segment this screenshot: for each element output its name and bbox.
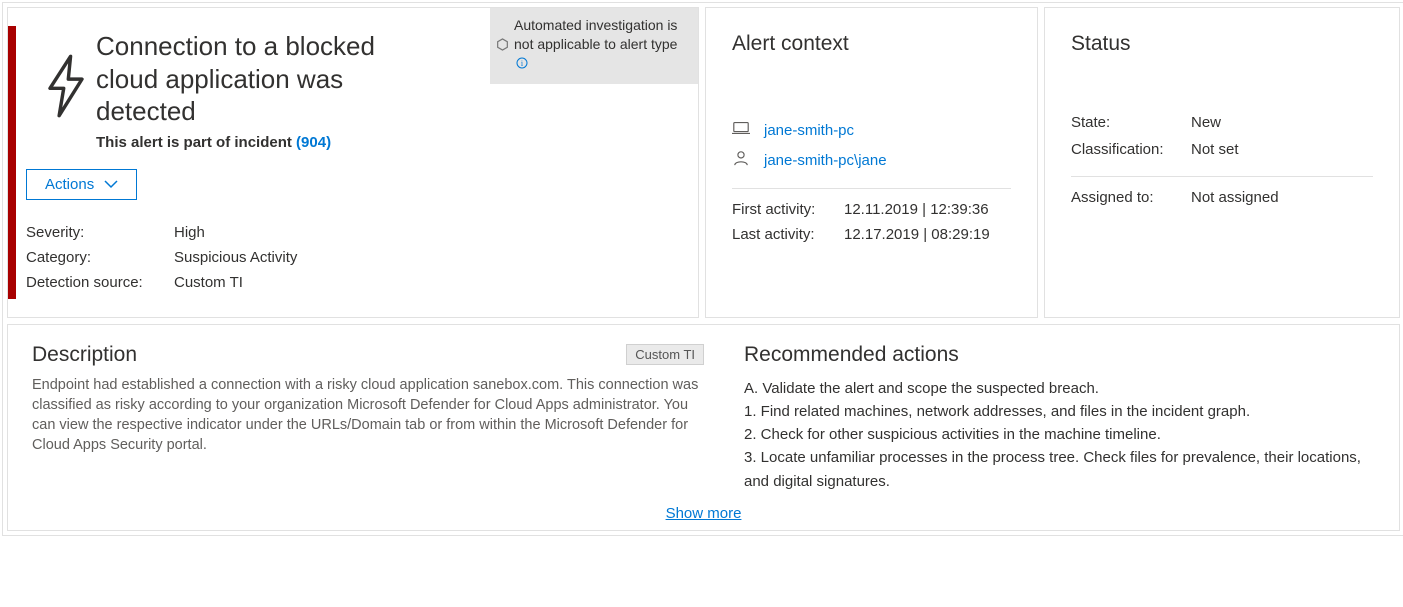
device-link[interactable]: jane-smith-pc — [764, 122, 854, 139]
state-row: State: New — [1071, 114, 1373, 131]
incident-link[interactable]: (904) — [296, 134, 331, 151]
detection-row: Detection source: Custom TI — [26, 274, 698, 291]
severity-label: Severity: — [26, 224, 174, 241]
first-activity-label: First activity: — [732, 201, 844, 218]
assigned-row: Assigned to: Not assigned — [1071, 189, 1373, 206]
description-row: Description Custom TI Endpoint had estab… — [32, 343, 1375, 493]
severity-bar — [8, 26, 16, 299]
auto-investigation-text: Automated investigation is not applicabl… — [514, 16, 684, 74]
recommended-line-3: 3. Locate unfamiliar processes in the pr… — [744, 446, 1375, 493]
description-body: Endpoint had established a connection wi… — [32, 375, 704, 455]
device-row: jane-smith-pc — [732, 120, 1011, 140]
recommended-column: Recommended actions A. Validate the aler… — [744, 343, 1375, 493]
recommended-line-2: 2. Check for other suspicious activities… — [744, 423, 1375, 446]
severity-row: Severity: High — [26, 224, 698, 241]
last-activity-row: Last activity: 12.17.2019 | 08:29:19 — [732, 226, 1011, 243]
first-activity-row: First activity: 12.11.2019 | 12:39:36 — [732, 201, 1011, 218]
status-divider — [1071, 176, 1373, 177]
actions-label: Actions — [45, 176, 94, 193]
svg-text:i: i — [521, 59, 524, 68]
show-more-link[interactable]: Show more — [32, 505, 1375, 522]
alert-detail-page: Connection to a blocked cloud applicatio… — [2, 2, 1403, 536]
context-divider — [732, 188, 1011, 189]
actions-button[interactable]: Actions — [26, 169, 137, 200]
hexagon-icon — [496, 38, 510, 54]
user-link[interactable]: jane-smith-pc\jane — [764, 152, 887, 169]
chevron-down-icon — [104, 176, 118, 193]
alert-summary-card: Connection to a blocked cloud applicatio… — [7, 7, 699, 318]
recommended-line-1: 1. Find related machines, network addres… — [744, 400, 1375, 423]
auto-investigation-badge: Automated investigation is not applicabl… — [490, 8, 698, 84]
detection-value: Custom TI — [174, 274, 243, 291]
alert-context-title: Alert context — [732, 32, 1011, 56]
state-value: New — [1191, 114, 1221, 131]
recommended-body: A. Validate the alert and scope the susp… — [744, 377, 1375, 493]
assigned-label: Assigned to: — [1071, 189, 1191, 206]
assigned-value: Not assigned — [1191, 189, 1279, 206]
category-label: Category: — [26, 249, 174, 266]
category-row: Category: Suspicious Activity — [26, 249, 698, 266]
top-cards-row: Connection to a blocked cloud applicatio… — [7, 7, 1400, 318]
description-tag: Custom TI — [626, 344, 704, 365]
incident-line: This alert is part of incident (904) — [96, 134, 698, 151]
description-column: Description Custom TI Endpoint had estab… — [32, 343, 704, 493]
auto-inv-text-content: Automated investigation is not applicabl… — [514, 17, 677, 52]
description-title: Description — [32, 343, 137, 367]
classification-value: Not set — [1191, 141, 1239, 158]
alert-context-card: Alert context jane-smith-pc jane-smith-p… — [705, 7, 1038, 318]
state-label: State: — [1071, 114, 1191, 131]
detection-label: Detection source: — [26, 274, 174, 291]
last-activity-label: Last activity: — [732, 226, 844, 243]
status-card: Status State: New Classification: Not se… — [1044, 7, 1400, 318]
incident-prefix: This alert is part of incident — [96, 134, 296, 151]
recommended-line-a: A. Validate the alert and scope the susp… — [744, 377, 1375, 400]
classification-row: Classification: Not set — [1071, 141, 1373, 158]
last-activity-value: 12.17.2019 | 08:29:19 — [844, 226, 990, 243]
alert-properties: Severity: High Category: Suspicious Acti… — [26, 224, 698, 291]
classification-label: Classification: — [1071, 141, 1191, 158]
first-activity-value: 12.11.2019 | 12:39:36 — [844, 201, 989, 218]
status-title: Status — [1071, 32, 1373, 56]
description-card: Description Custom TI Endpoint had estab… — [7, 324, 1400, 531]
device-icon — [732, 120, 750, 140]
alert-title: Connection to a blocked cloud applicatio… — [96, 30, 436, 128]
info-icon[interactable]: i — [516, 55, 528, 74]
description-header: Description Custom TI — [32, 343, 704, 367]
recommended-title: Recommended actions — [744, 343, 1375, 367]
severity-value: High — [174, 224, 205, 241]
category-value: Suspicious Activity — [174, 249, 297, 266]
user-icon — [732, 150, 750, 170]
user-row: jane-smith-pc\jane — [732, 150, 1011, 170]
